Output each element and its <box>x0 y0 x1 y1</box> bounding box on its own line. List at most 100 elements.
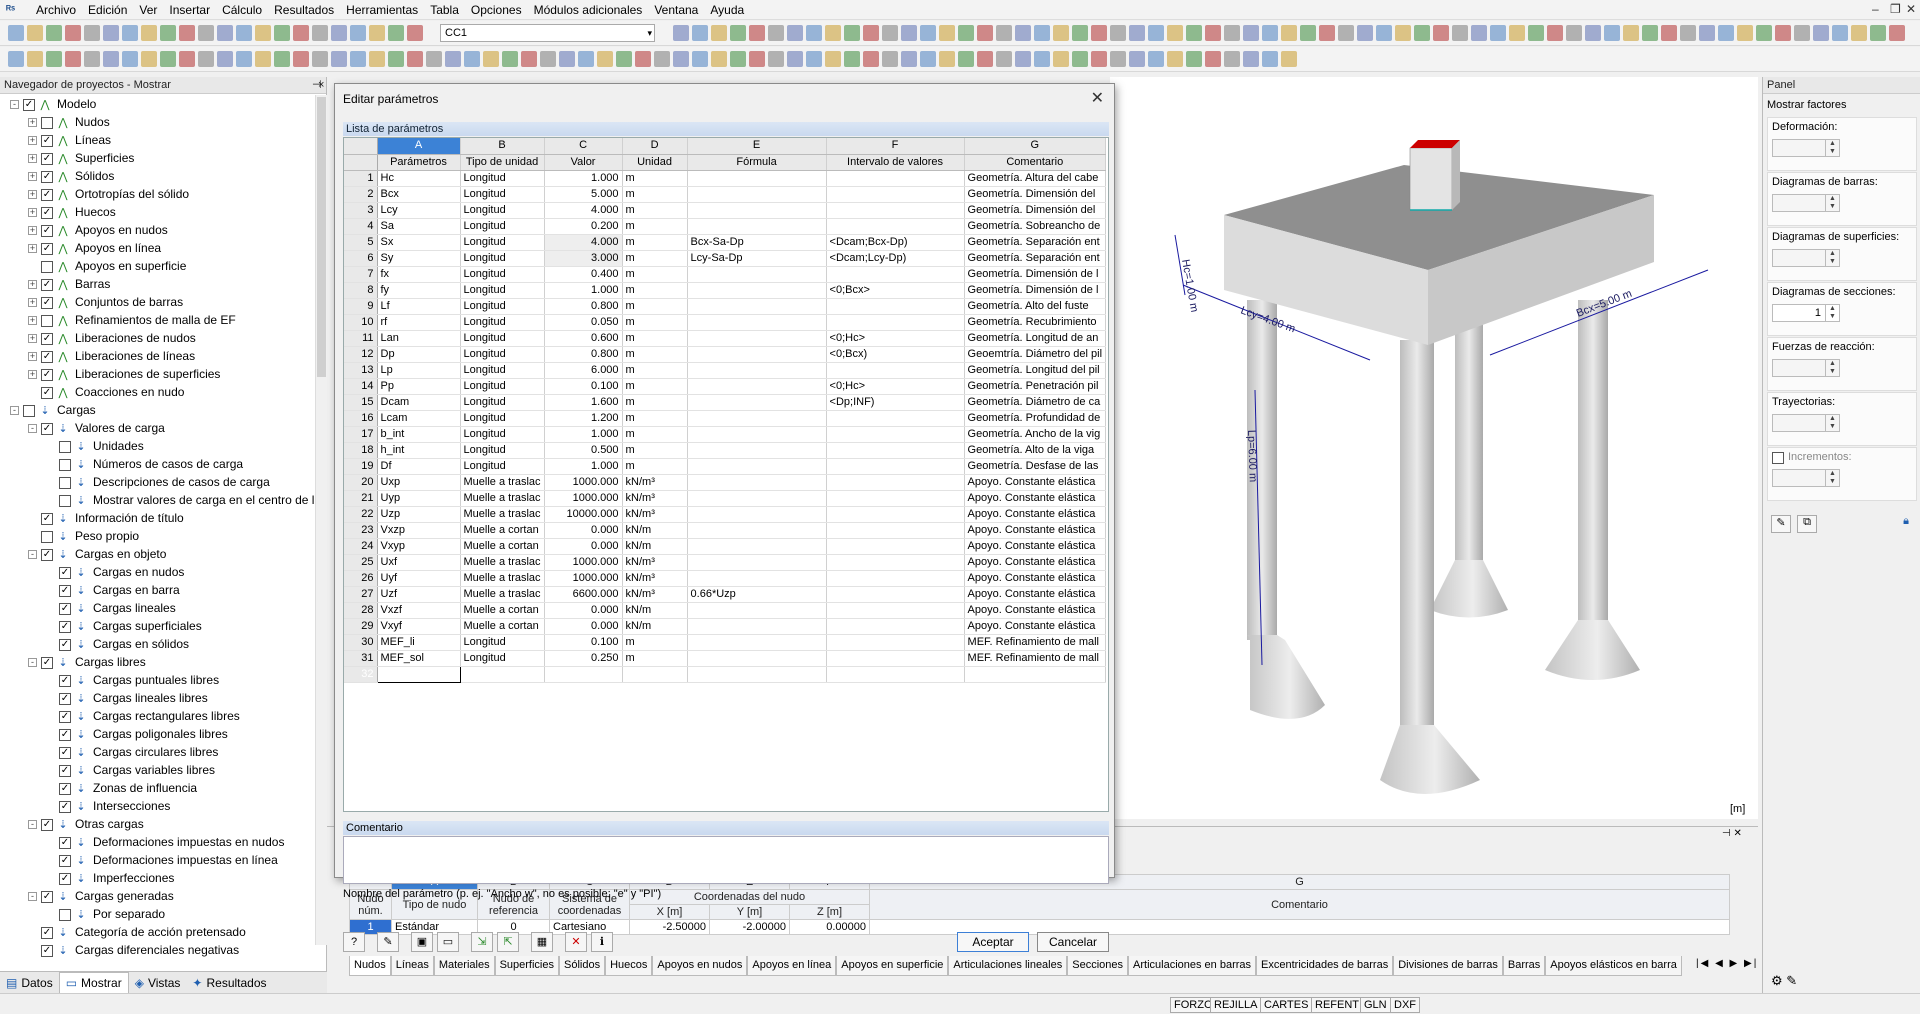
table-row[interactable]: 17 b_int Longitud 1.000 m Geometría. Ancho de… <box>344 426 1107 443</box>
range-cell[interactable] <box>826 202 965 219</box>
unit-type-cell[interactable]: Longitud <box>460 634 545 651</box>
spinner-arrows-icon[interactable]: ▲ ▼ <box>1825 415 1839 431</box>
tree-item[interactable]: ✓ ⇣ Cargas lineales <box>46 599 176 617</box>
value-cell[interactable]: 1000.000 <box>544 474 623 491</box>
toolbar-button-icon[interactable] <box>768 51 784 67</box>
comment-cell[interactable]: Apoyo. Constante elástica <box>964 522 1107 539</box>
toolbar-button-icon[interactable] <box>350 25 366 41</box>
param-name-cell[interactable]: Df <box>377 458 461 475</box>
value-cell[interactable]: 0.250 <box>544 650 623 667</box>
toolbar-button-icon[interactable] <box>1642 25 1658 41</box>
checkbox[interactable] <box>59 458 71 471</box>
range-cell[interactable] <box>826 266 965 283</box>
value-cell[interactable]: 5.000 <box>544 186 623 203</box>
toolbar-button-icon[interactable] <box>806 25 822 41</box>
spinner-arrows-icon[interactable]: ▲ ▼ <box>1825 195 1839 211</box>
spinner-arrows-icon[interactable]: ▲ ▼ <box>1825 470 1839 486</box>
tree-item[interactable]: ✓ ⇣ Deformaciones impuestas en línea <box>46 851 278 869</box>
formula-cell[interactable] <box>687 442 827 459</box>
range-cell[interactable] <box>826 554 965 571</box>
collapse-icon[interactable]: - <box>10 406 19 416</box>
tree-item[interactable]: - ✓ ⇣ Cargas libres <box>28 653 146 671</box>
unit-cell[interactable]: kN/m³ <box>622 554 688 571</box>
comment-cell[interactable]: Geometría. Profundidad de <box>964 410 1107 427</box>
range-cell[interactable] <box>826 410 965 427</box>
toolbar-button-icon[interactable] <box>654 51 670 67</box>
toolbar-button-icon[interactable] <box>1376 25 1392 41</box>
tree-item[interactable]: ✓ ⇣ Cargas variables libres <box>46 761 215 779</box>
cancel-button[interactable]: Cancelar <box>1037 932 1109 952</box>
comment-cell[interactable]: Apoyo. Constante elástica <box>964 506 1107 523</box>
checkbox[interactable]: ✓ <box>59 674 71 687</box>
tree-item[interactable]: ✓ ⇣ Cargas puntuales libres <box>46 671 219 689</box>
value-cell[interactable]: 4.000 <box>544 234 623 251</box>
toolbar-button-icon[interactable] <box>293 51 309 67</box>
tree-item[interactable]: - ⇣ Cargas <box>10 401 96 419</box>
param-name-cell[interactable]: fx <box>377 266 461 283</box>
table-icon[interactable]: ▦ <box>531 932 553 952</box>
range-cell[interactable] <box>826 218 965 235</box>
unit-cell[interactable]: m <box>622 378 688 395</box>
comment-cell[interactable]: Apoyo. Constante elástica <box>964 538 1107 555</box>
formula-cell[interactable] <box>687 170 827 187</box>
value-cell[interactable]: 1000.000 <box>544 554 623 571</box>
toolbar-button-icon[interactable] <box>217 25 233 41</box>
value-cell[interactable]: 3.000 <box>544 250 623 267</box>
toolbar-button-icon[interactable] <box>1699 25 1715 41</box>
toolbar-button-icon[interactable] <box>274 25 290 41</box>
nav-tab[interactable]: ▤ Datos <box>0 972 59 994</box>
value-cell[interactable]: 4.000 <box>544 202 623 219</box>
expand-icon[interactable]: + <box>28 316 37 326</box>
menu-item[interactable]: Resultados <box>268 0 340 20</box>
table-row[interactable]: 14 Pp Longitud 0.100 m <0;Hc> Geometría. Penet… <box>344 378 1107 395</box>
expand-icon[interactable]: + <box>28 226 37 236</box>
collapse-icon[interactable]: - <box>28 658 37 668</box>
toolbar-button-icon[interactable] <box>122 51 138 67</box>
toolbar-button-icon[interactable] <box>1813 25 1829 41</box>
toolbar-button-icon[interactable] <box>1129 25 1145 41</box>
tree-item[interactable]: ✓ ⇣ Intersecciones <box>46 797 170 815</box>
tree-item[interactable]: ✓ ⇣ Información de título <box>28 509 184 527</box>
comment-cell[interactable]: Geometría. Separación ent <box>964 234 1107 251</box>
tree-item[interactable]: ✓ ⇣ Cargas circulares libres <box>46 743 218 761</box>
unit-type-cell[interactable]: Longitud <box>460 394 545 411</box>
toolbar-button-icon[interactable] <box>1319 25 1335 41</box>
ok-button[interactable]: Aceptar <box>957 932 1029 952</box>
formula-cell[interactable] <box>687 298 827 315</box>
edit-icon[interactable]: ✎ <box>1771 515 1791 533</box>
unit-cell[interactable]: m <box>622 282 688 299</box>
unit-type-cell[interactable]: Longitud <box>460 650 545 667</box>
unit-type-cell[interactable]: Longitud <box>460 218 545 235</box>
table-tab[interactable]: Excentricidades de barras <box>1256 956 1394 976</box>
formula-cell[interactable] <box>687 474 827 491</box>
checkbox[interactable] <box>23 404 35 417</box>
toolbar-button-icon[interactable] <box>673 51 689 67</box>
toolbar-button-icon[interactable] <box>274 51 290 67</box>
unit-type-cell[interactable]: Muelle a traslac <box>460 506 545 523</box>
toolbar-button-icon[interactable] <box>502 51 518 67</box>
table-tab[interactable]: Huecos <box>605 956 653 976</box>
table-row[interactable]: 2 Bcx Longitud 5.000 m Geometría. Dimensión d… <box>344 186 1107 203</box>
unit-cell[interactable]: m <box>622 250 688 267</box>
range-cell[interactable] <box>826 298 965 315</box>
checkbox[interactable]: ✓ <box>41 890 53 903</box>
table-tab[interactable]: Secciones <box>1067 956 1129 976</box>
param-name-cell[interactable]: Sy <box>377 250 461 267</box>
param-name-cell[interactable]: MEF_sol <box>377 650 461 667</box>
menu-item[interactable]: Ver <box>133 0 163 20</box>
toolbar-button-icon[interactable] <box>939 51 955 67</box>
param-name-cell[interactable]: Uxp <box>377 474 461 491</box>
param-name-cell[interactable]: Sx <box>377 234 461 251</box>
formula-cell[interactable] <box>687 346 827 363</box>
factor-spinner[interactable]: ▲ ▼ <box>1772 359 1840 377</box>
range-cell[interactable]: <0;Hc> <box>826 330 965 347</box>
value-cell[interactable]: 0.000 <box>544 538 623 555</box>
value-cell[interactable]: 6600.000 <box>544 586 623 603</box>
expand-icon[interactable]: + <box>28 280 37 290</box>
toolbar-button-icon[interactable] <box>141 51 157 67</box>
toolbar-button-icon[interactable] <box>426 51 442 67</box>
toolbar-button-icon[interactable] <box>730 25 746 41</box>
nav-tab[interactable]: ◈ Vistas <box>129 972 187 994</box>
toolbar-button-icon[interactable] <box>84 25 100 41</box>
menu-item[interactable]: Módulos adicionales <box>528 0 649 20</box>
